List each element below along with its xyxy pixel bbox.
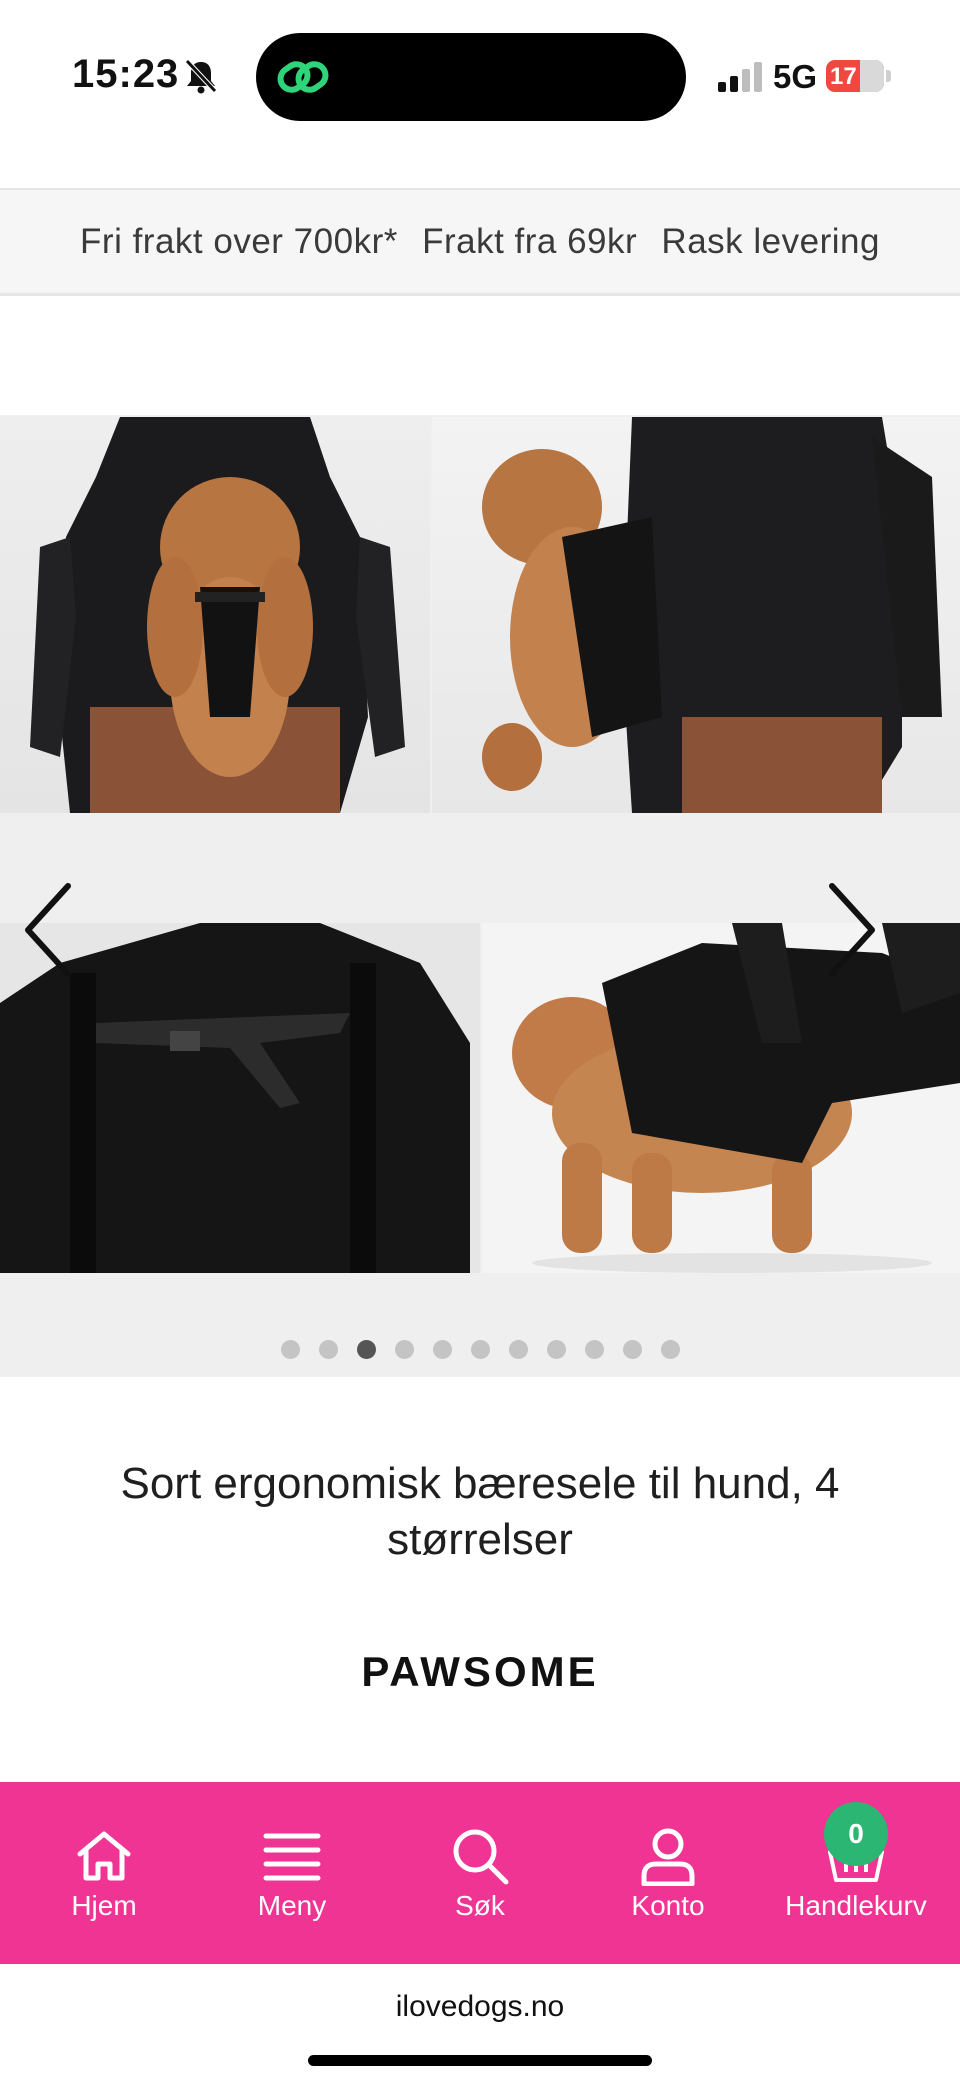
carousel-dot[interactable] (432, 1340, 452, 1359)
bell-muted-icon (185, 59, 217, 94)
home-icon (77, 1831, 131, 1881)
carousel-dot[interactable] (318, 1340, 338, 1359)
network-type: 5G (773, 58, 818, 95)
signal-icon (718, 62, 762, 92)
status-bar: 15:23 5G 17 (0, 0, 960, 160)
nav-menu[interactable]: Meny (196, 1782, 388, 1964)
link-app-icon (277, 61, 329, 93)
home-indicator[interactable] (308, 2055, 652, 2066)
chevron-left-icon[interactable] (20, 880, 80, 980)
promo-banner: Fri frakt over 700kr* Frakt fra 69kr Ras… (0, 188, 960, 296)
cart-count-badge[interactable]: 0 (824, 1802, 888, 1866)
battery-level: 17 (830, 63, 857, 90)
carousel-dot[interactable] (508, 1340, 528, 1359)
nav-account[interactable]: Konto (572, 1782, 764, 1964)
url-text[interactable]: ilovedogs.no (0, 1990, 960, 2024)
carousel-dot[interactable] (280, 1340, 300, 1359)
status-time: 15:23 (72, 52, 180, 96)
carousel-dot[interactable] (394, 1340, 414, 1359)
carousel-dot[interactable] (584, 1340, 604, 1359)
product-image-side (432, 417, 960, 813)
product-title: Sort ergonomisk bæresele til hund, 4 stø… (120, 1459, 840, 1564)
carousel-dot[interactable] (546, 1340, 566, 1359)
carousel-pagination[interactable] (0, 1340, 960, 1362)
carousel-dot[interactable] (356, 1340, 376, 1359)
nav-menu-label: Meny (257, 1890, 327, 1921)
promo-item-free-shipping: Fri frakt over 700kr* (80, 222, 398, 261)
brand-logo[interactable]: PAWSOME (0, 1648, 960, 1696)
chevron-right-icon[interactable] (820, 880, 880, 980)
carousel-dot[interactable] (470, 1340, 490, 1359)
promo-item-fast-delivery: Rask levering (661, 222, 880, 261)
nav-account-label: Konto (631, 1890, 705, 1921)
battery-icon: 17 (826, 60, 892, 92)
search-icon (453, 1829, 509, 1885)
bottom-navigation: Hjem Meny Søk Konto Handlekurv (0, 1782, 960, 1964)
product-image-front (0, 417, 430, 813)
user-icon (641, 1828, 695, 1886)
nav-cart-label: Handlekurv (785, 1890, 927, 1921)
menu-icon (263, 1833, 321, 1881)
carousel-dot[interactable] (660, 1340, 680, 1359)
product-image-standing (482, 923, 960, 1273)
product-gallery[interactable] (0, 415, 960, 1377)
promo-text: Fri frakt over 700kr* Frakt fra 69kr Ras… (0, 222, 960, 262)
browser-url-bar[interactable]: ilovedogs.no (0, 1964, 960, 2087)
nav-home[interactable]: Hjem (8, 1782, 200, 1964)
nav-search[interactable]: Søk (384, 1782, 576, 1964)
carousel-dot[interactable] (622, 1340, 642, 1359)
nav-search-label: Søk (455, 1890, 505, 1921)
promo-item-shipping-from: Frakt fra 69kr (422, 222, 638, 261)
nav-home-label: Hjem (71, 1890, 137, 1921)
